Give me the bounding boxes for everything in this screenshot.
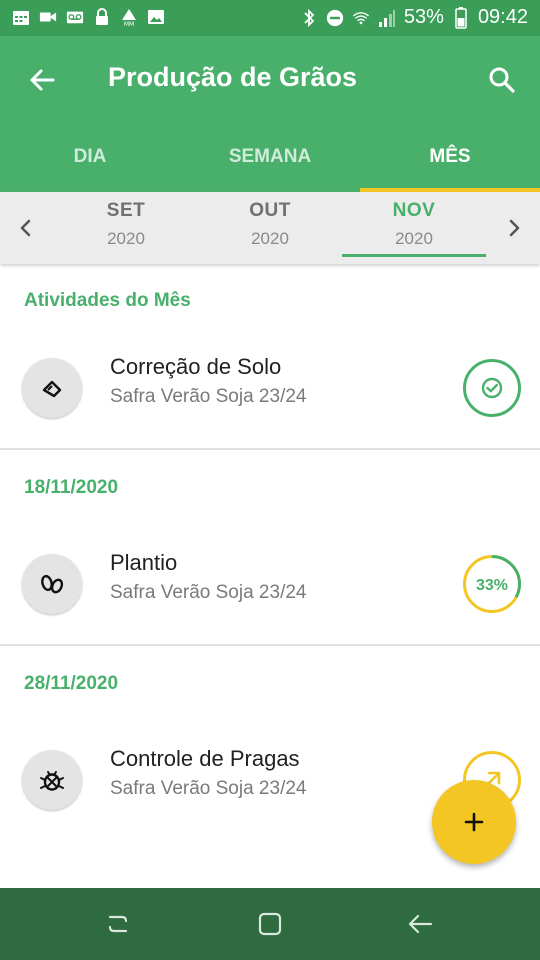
section-header-month: Atividades do Mês <box>24 290 191 311</box>
arrow-left-icon <box>30 69 55 91</box>
status-icons-right: 53% 09:42 <box>300 6 528 29</box>
screen: MM 53% 09:42 Produção de Grãos DIA SEMAN… <box>0 0 540 960</box>
month-selector: SET 2020 OUT 2020 NOV 2020 <box>0 192 540 264</box>
tab-month-label: MÊS <box>429 146 471 167</box>
section-header-date: 18/11/2020 <box>24 477 119 498</box>
plus-icon <box>464 812 484 832</box>
divider <box>0 448 540 450</box>
activity-subtitle: Safra Verão Soja 23/24 <box>110 386 307 407</box>
tab-week[interactable]: SEMANA <box>180 122 360 192</box>
wifi-icon <box>352 9 370 27</box>
lock-icon <box>93 8 111 26</box>
soil-correction-icon <box>22 358 82 418</box>
search-button[interactable] <box>482 60 522 100</box>
progress-label: 33% <box>476 577 508 594</box>
svg-text:MM: MM <box>124 21 134 26</box>
chevron-left-icon <box>20 219 31 237</box>
bluetooth-icon <box>300 8 318 27</box>
system-nav-bar <box>0 888 540 960</box>
search-icon <box>489 67 515 93</box>
month-year: 2020 <box>107 229 145 248</box>
add-activity-button[interactable] <box>432 780 516 864</box>
period-tabs: DIA SEMANA MÊS <box>0 122 540 192</box>
back-button[interactable] <box>22 60 62 100</box>
month-name: SET <box>106 200 146 221</box>
tab-day[interactable]: DIA <box>0 122 180 192</box>
recent-apps-icon <box>108 915 128 933</box>
do-not-disturb-icon <box>326 9 344 27</box>
back-nav-button[interactable] <box>400 904 440 944</box>
seeds-icon <box>22 554 82 614</box>
signal-icon <box>378 9 396 27</box>
voicemail-icon <box>66 8 84 26</box>
month-item-set[interactable]: SET 2020 <box>54 200 198 249</box>
activity-subtitle: Safra Verão Soja 23/24 <box>110 778 307 799</box>
previous-month-button[interactable] <box>8 210 44 246</box>
month-indicator <box>342 254 486 257</box>
home-button[interactable] <box>250 904 290 944</box>
activity-item[interactable]: Plantio Safra Verão Soja 23/24 33% <box>0 526 540 646</box>
mm-icon: MM <box>120 8 138 26</box>
back-arrow-icon <box>408 914 433 934</box>
chevron-right-icon <box>509 219 520 237</box>
activity-title: Plantio <box>110 550 178 575</box>
status-icons-left: MM <box>12 8 165 26</box>
divider <box>0 644 540 646</box>
month-name: NOV <box>392 200 436 221</box>
activity-title: Correção de Solo <box>110 354 282 379</box>
status-bar: MM 53% 09:42 <box>0 0 540 36</box>
page-title: Produção de Grãos <box>108 62 358 92</box>
recent-apps-button[interactable] <box>98 904 138 944</box>
activity-subtitle: Safra Verão Soja 23/24 <box>110 582 307 603</box>
month-year: 2020 <box>395 229 433 248</box>
month-item-nov[interactable]: NOV 2020 <box>342 200 486 257</box>
completed-status-icon[interactable] <box>462 358 522 418</box>
tab-day-label: DIA <box>73 146 107 167</box>
activity-title: Controle de Pragas <box>110 746 300 771</box>
section-header-date: 28/11/2020 <box>24 673 119 694</box>
pest-icon <box>22 750 82 810</box>
month-name: OUT <box>249 200 291 221</box>
app-bar: Produção de Grãos <box>0 36 540 122</box>
clock: 09:42 <box>477 6 528 28</box>
month-item-out[interactable]: OUT 2020 <box>198 200 342 249</box>
image-icon <box>147 8 165 26</box>
activity-item[interactable]: Correção de Solo Safra Verão Soja 23/24 <box>0 330 540 450</box>
home-icon <box>258 912 282 936</box>
calendar-icon <box>12 8 30 26</box>
tab-month[interactable]: MÊS <box>360 122 540 192</box>
battery-icon <box>452 6 470 29</box>
tab-week-label: SEMANA <box>228 146 312 167</box>
video-icon <box>39 8 57 26</box>
battery-percent: 53% <box>403 6 444 28</box>
progress-status-ring[interactable]: 33% <box>462 554 522 614</box>
month-year: 2020 <box>251 229 289 248</box>
next-month-button[interactable] <box>496 210 532 246</box>
